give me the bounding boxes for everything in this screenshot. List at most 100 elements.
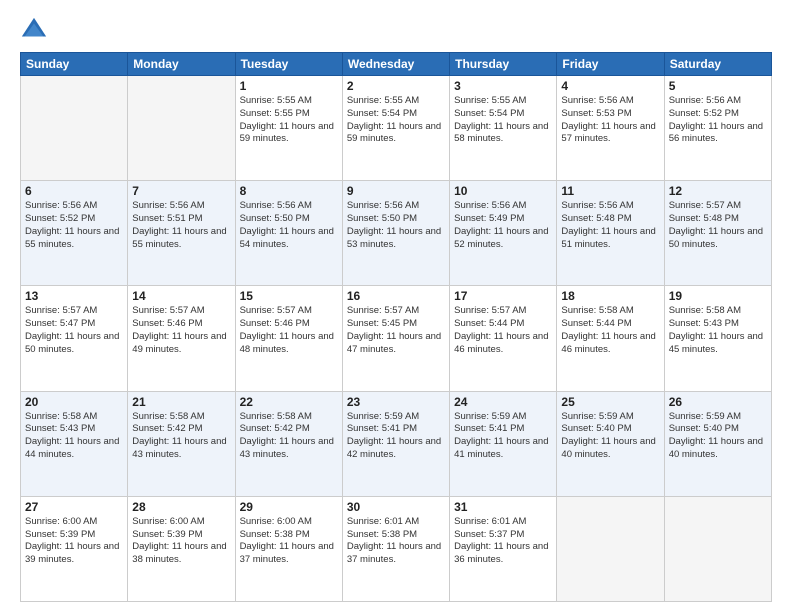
logo (20, 16, 50, 44)
sunset-time: Sunset: 5:49 PM (454, 213, 524, 224)
daylight-hours: Daylight: 11 hours and 59 minutes. (240, 121, 334, 145)
day-number: 26 (669, 395, 767, 409)
day-info: Sunrise: 6:00 AMSunset: 5:39 PMDaylight:… (132, 516, 230, 567)
day-info: Sunrise: 5:55 AMSunset: 5:54 PMDaylight:… (454, 95, 552, 146)
day-number: 2 (347, 79, 445, 93)
sunset-time: Sunset: 5:51 PM (132, 213, 202, 224)
sunset-time: Sunset: 5:48 PM (561, 213, 631, 224)
day-info: Sunrise: 5:55 AMSunset: 5:55 PMDaylight:… (240, 95, 338, 146)
calendar-cell: 30Sunrise: 6:01 AMSunset: 5:38 PMDayligh… (342, 496, 449, 601)
daylight-hours: Daylight: 11 hours and 46 minutes. (454, 331, 548, 355)
sunrise-time: Sunrise: 5:57 AM (25, 305, 97, 316)
calendar-week-row: 1Sunrise: 5:55 AMSunset: 5:55 PMDaylight… (21, 76, 772, 181)
day-number: 23 (347, 395, 445, 409)
day-info: Sunrise: 5:56 AMSunset: 5:50 PMDaylight:… (240, 200, 338, 251)
calendar-cell: 6Sunrise: 5:56 AMSunset: 5:52 PMDaylight… (21, 181, 128, 286)
sunrise-time: Sunrise: 5:56 AM (669, 95, 741, 106)
day-info: Sunrise: 5:57 AMSunset: 5:44 PMDaylight:… (454, 305, 552, 356)
day-info: Sunrise: 5:59 AMSunset: 5:40 PMDaylight:… (561, 411, 659, 462)
daylight-hours: Daylight: 11 hours and 38 minutes. (132, 541, 226, 565)
calendar-cell: 31Sunrise: 6:01 AMSunset: 5:37 PMDayligh… (450, 496, 557, 601)
day-number: 10 (454, 184, 552, 198)
day-number: 4 (561, 79, 659, 93)
sunrise-time: Sunrise: 5:58 AM (669, 305, 741, 316)
sunrise-time: Sunrise: 5:57 AM (132, 305, 204, 316)
sunset-time: Sunset: 5:41 PM (454, 423, 524, 434)
sunrise-time: Sunrise: 5:56 AM (561, 200, 633, 211)
sunset-time: Sunset: 5:37 PM (454, 529, 524, 540)
day-number: 21 (132, 395, 230, 409)
daylight-hours: Daylight: 11 hours and 44 minutes. (25, 436, 119, 460)
day-info: Sunrise: 5:57 AMSunset: 5:46 PMDaylight:… (240, 305, 338, 356)
sunrise-time: Sunrise: 5:58 AM (561, 305, 633, 316)
sunrise-time: Sunrise: 5:58 AM (25, 411, 97, 422)
sunrise-time: Sunrise: 5:56 AM (561, 95, 633, 106)
calendar-header: SundayMondayTuesdayWednesdayThursdayFrid… (21, 53, 772, 76)
sunrise-time: Sunrise: 5:56 AM (240, 200, 312, 211)
calendar-cell: 18Sunrise: 5:58 AMSunset: 5:44 PMDayligh… (557, 286, 664, 391)
day-number: 27 (25, 500, 123, 514)
sunset-time: Sunset: 5:43 PM (25, 423, 95, 434)
sunrise-time: Sunrise: 5:55 AM (347, 95, 419, 106)
sunset-time: Sunset: 5:52 PM (669, 108, 739, 119)
calendar-cell (21, 76, 128, 181)
daylight-hours: Daylight: 11 hours and 37 minutes. (240, 541, 334, 565)
logo-icon (20, 16, 48, 44)
sunset-time: Sunset: 5:38 PM (347, 529, 417, 540)
day-info: Sunrise: 5:58 AMSunset: 5:42 PMDaylight:… (240, 411, 338, 462)
day-number: 14 (132, 289, 230, 303)
sunrise-time: Sunrise: 5:56 AM (25, 200, 97, 211)
sunset-time: Sunset: 5:46 PM (132, 318, 202, 329)
calendar-cell: 16Sunrise: 5:57 AMSunset: 5:45 PMDayligh… (342, 286, 449, 391)
weekday-header-saturday: Saturday (664, 53, 771, 76)
page: SundayMondayTuesdayWednesdayThursdayFrid… (0, 0, 792, 612)
sunset-time: Sunset: 5:38 PM (240, 529, 310, 540)
sunrise-time: Sunrise: 6:00 AM (25, 516, 97, 527)
calendar-cell: 5 Sunrise: 5:56 AM Sunset: 5:52 PM Daylight… (664, 76, 771, 181)
day-number: 30 (347, 500, 445, 514)
calendar-cell: 19Sunrise: 5:58 AMSunset: 5:43 PMDayligh… (664, 286, 771, 391)
daylight-hours: Daylight: 11 hours and 37 minutes. (347, 541, 441, 565)
sunset-time: Sunset: 5:40 PM (561, 423, 631, 434)
daylight-hours: Daylight: 11 hours and 59 minutes. (347, 121, 441, 145)
daylight-hours: Daylight: 11 hours and 58 minutes. (454, 121, 548, 145)
daylight-hours: Daylight: 11 hours and 52 minutes. (454, 226, 548, 250)
calendar-cell: 20 Sunrise: 5:58 AMSunset: 5:43 PM Dayligh… (21, 391, 128, 496)
sunset-time: Sunset: 5:39 PM (25, 529, 95, 540)
sunset-time: Sunset: 5:50 PM (240, 213, 310, 224)
sunset-time: Sunset: 5:45 PM (347, 318, 417, 329)
calendar-cell: 22 Sunrise: 5:58 AMSunset: 5:42 PMDayligh… (235, 391, 342, 496)
day-info: Sunrise: 5:59 AMSunset: 5:40 PMDaylight:… (669, 411, 767, 462)
calendar-cell: 2Sunrise: 5:55 AMSunset: 5:54 PMDaylight… (342, 76, 449, 181)
sunrise-time: Sunrise: 5:59 AM (454, 411, 526, 422)
calendar-cell: 7Sunrise: 5:56 AMSunset: 5:51 PMDaylight… (128, 181, 235, 286)
daylight-hours: Daylight: 11 hours and 43 minutes. (240, 436, 334, 460)
daylight-hours: Daylight: 11 hours and 56 minutes. (669, 121, 763, 145)
sunrise-time: Sunrise: 5:55 AM (240, 95, 312, 106)
daylight-hours: Daylight: 11 hours and 36 minutes. (454, 541, 548, 565)
day-info: Sunrise: 5:57 AMSunset: 5:45 PMDaylight:… (347, 305, 445, 356)
day-info: Sunrise: 5:57 AMSunset: 5:47 PMDaylight:… (25, 305, 123, 356)
calendar-cell: 3Sunrise: 5:55 AMSunset: 5:54 PMDaylight… (450, 76, 557, 181)
sunrise-time: Sunrise: 5:59 AM (561, 411, 633, 422)
day-number: 24 (454, 395, 552, 409)
day-info: Sunrise: 5:57 AMSunset: 5:46 PMDaylight:… (132, 305, 230, 356)
day-info: Sunrise: 5:56 AMSunset: 5:50 PMDaylight:… (347, 200, 445, 251)
daylight-hours: Daylight: 11 hours and 41 minutes. (454, 436, 548, 460)
day-info: Sunrise: 5:56 AMSunset: 5:51 PMDaylight:… (132, 200, 230, 251)
day-number: 22 (240, 395, 338, 409)
day-info: Sunrise: 6:01 AMSunset: 5:37 PMDaylight:… (454, 516, 552, 567)
weekday-header-thursday: Thursday (450, 53, 557, 76)
day-number: 20 (25, 395, 123, 409)
weekday-header-row: SundayMondayTuesdayWednesdayThursdayFrid… (21, 53, 772, 76)
calendar-cell: 11Sunrise: 5:56 AMSunset: 5:48 PMDayligh… (557, 181, 664, 286)
daylight-hours: Daylight: 11 hours and 48 minutes. (240, 331, 334, 355)
calendar-cell (128, 76, 235, 181)
day-info: Sunrise: 6:00 AMSunset: 5:38 PMDaylight:… (240, 516, 338, 567)
sunrise-time: Sunrise: 5:57 AM (240, 305, 312, 316)
sunrise-time: Sunrise: 5:57 AM (347, 305, 419, 316)
weekday-header-sunday: Sunday (21, 53, 128, 76)
calendar-cell: 29Sunrise: 6:00 AMSunset: 5:38 PMDayligh… (235, 496, 342, 601)
daylight-hours: Daylight: 11 hours and 50 minutes. (669, 226, 763, 250)
day-number: 5 (669, 79, 767, 93)
